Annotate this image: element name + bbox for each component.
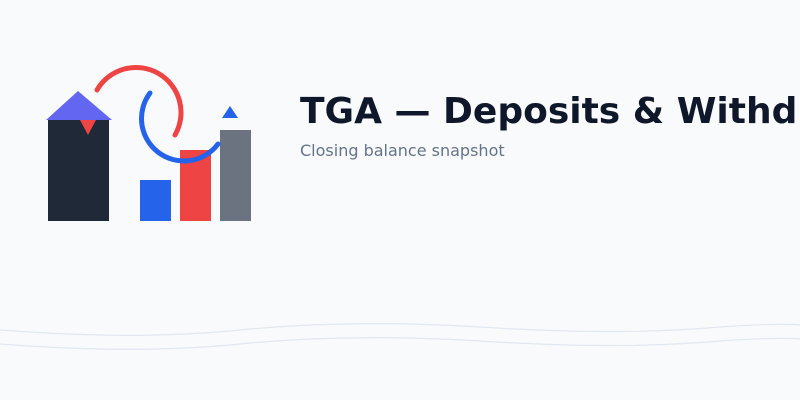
bar-slate xyxy=(220,130,251,221)
page-subtitle: Closing balance snapshot xyxy=(300,141,505,160)
wave-line-upper xyxy=(0,322,800,336)
decorative-waves xyxy=(0,322,800,350)
page-title: TGA — Deposits & Withdrawals xyxy=(300,91,800,132)
wave-line-lower xyxy=(0,336,800,350)
deposit-arc xyxy=(94,65,184,138)
building-body xyxy=(48,120,109,221)
bank-cashflow-icon xyxy=(46,65,251,221)
flow-arrow-icon xyxy=(222,106,238,118)
bar-blue xyxy=(140,180,171,221)
building-roof xyxy=(46,91,112,120)
page: TGA — Deposits & Withdrawals Closing bal… xyxy=(0,0,800,400)
